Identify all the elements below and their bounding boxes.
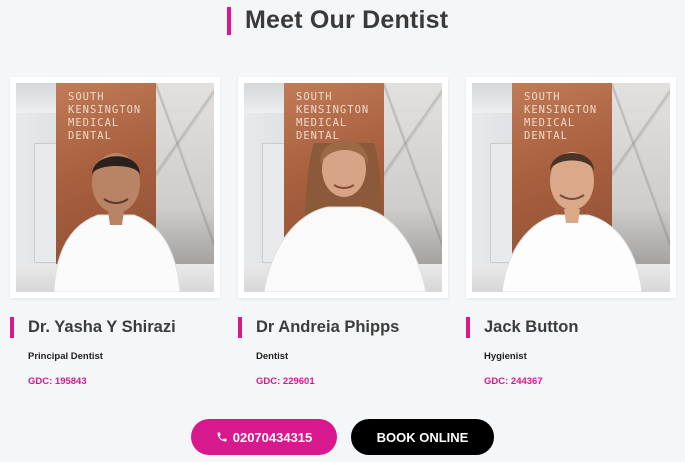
phone-icon (217, 432, 227, 442)
dentist-photo: SOUTH KENSINGTON MEDICAL DENTAL (16, 83, 214, 292)
dentist-gdc: GDC: 195843 (28, 376, 87, 387)
phone-number-label: 02070434315 (232, 429, 313, 445)
dentist-photo-frame: SOUTH KENSINGTON MEDICAL DENTAL (238, 77, 448, 298)
section-heading: Meet Our Dentist (227, 6, 448, 35)
dentist-photo-frame: SOUTH KENSINGTON MEDICAL DENTAL (10, 77, 220, 298)
dentist-name-row: Jack Button (466, 317, 578, 338)
dentist-role: Principal Dentist (28, 351, 103, 362)
name-accent-bar (466, 317, 470, 338)
dentist-portrait (53, 153, 181, 292)
dentist-card: SOUTH KENSINGTON MEDICAL DENTAL Dr. Yasha Y… (10, 77, 220, 387)
dentist-photo: SOUTH KENSINGTON MEDICAL DENTAL (472, 83, 670, 292)
book-online-label: BOOK ONLINE (376, 429, 469, 445)
dentist-name: Dr Andreia Phipps (256, 318, 400, 336)
dentist-name-row: Dr Andreia Phipps (238, 317, 399, 338)
dentist-gdc: GDC: 244367 (484, 376, 543, 387)
book-online-button[interactable]: BOOK ONLINE (351, 419, 494, 455)
call-phone-button[interactable]: 02070434315 (191, 419, 337, 455)
dentist-name: Dr. Yasha Y Shirazi (28, 318, 176, 336)
name-accent-bar (238, 317, 242, 338)
dentist-gdc: GDC: 229601 (256, 376, 315, 387)
section-title: Meet Our Dentist (245, 6, 449, 34)
dentist-role: Hygienist (484, 351, 527, 362)
heading-accent-bar (227, 6, 231, 35)
dentist-card: SOUTH KENSINGTON MEDICAL DENTAL Dr Andreia … (238, 77, 448, 387)
dentist-name: Jack Button (484, 318, 579, 336)
dentist-photo: SOUTH KENSINGTON MEDICAL DENTAL (244, 83, 442, 292)
dentist-portrait (501, 152, 643, 292)
dentist-photo-frame: SOUTH KENSINGTON MEDICAL DENTAL (466, 77, 676, 298)
dentist-portrait (263, 140, 427, 292)
name-accent-bar (10, 317, 14, 338)
dentist-role: Dentist (256, 351, 289, 362)
dentist-card: SOUTH KENSINGTON MEDICAL DENTAL Jack Button… (466, 77, 676, 387)
dentist-name-row: Dr. Yasha Y Shirazi (10, 317, 176, 338)
